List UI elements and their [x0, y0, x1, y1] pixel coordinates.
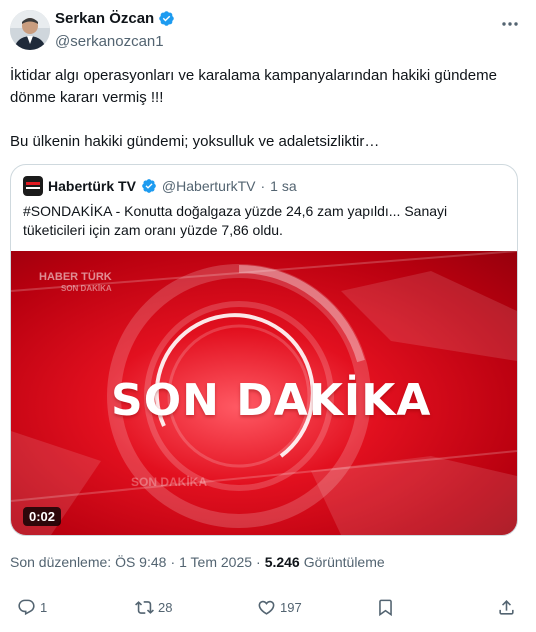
video-headline: SON DAKİKA [111, 375, 432, 426]
video-duration-badge: 0:02 [23, 507, 62, 526]
reply-count: 1 [40, 599, 48, 615]
author-handle[interactable]: @serkanozcan1 [55, 33, 164, 50]
video-watermark: HABER TÜRK SON DAKİKA [39, 271, 112, 295]
avatar[interactable] [10, 10, 50, 50]
quote-header: Habertürk TV @HaberturkTV · 1 sa [23, 176, 297, 196]
tweet: Serkan Özcan @serkanozcan1 İktidar algı … [0, 0, 536, 632]
views-count: 5.246 [264, 554, 300, 570]
bookmark-button[interactable] [376, 592, 395, 622]
heart-icon [258, 600, 275, 615]
author-name[interactable]: Serkan Özcan [55, 10, 154, 27]
share-icon [499, 599, 514, 615]
action-bar: 1 28 197 [0, 592, 536, 622]
tweet-meta: Son düzenleme: ÖS 9:48 · 1 Tem 2025 · 5.… [10, 554, 385, 570]
share-button[interactable] [497, 592, 516, 622]
bookmark-icon [379, 599, 392, 616]
quoted-tweet[interactable]: Habertürk TV @HaberturkTV · 1 sa #SONDAK… [10, 164, 518, 536]
reply-icon [18, 599, 35, 615]
post-date[interactable]: 1 Tem 2025 [179, 554, 252, 570]
quote-text: #SONDAKİKA - Konutta doğalgaza yüzde 24,… [23, 203, 448, 238]
quote-timestamp[interactable]: 1 sa [270, 178, 296, 194]
retweet-icon [135, 600, 154, 614]
tweet-text: İktidar algı operasyonları ve karalama k… [10, 67, 497, 150]
meta-separator: · [170, 554, 176, 570]
like-count: 197 [280, 599, 302, 615]
like-button[interactable]: 197 [257, 592, 302, 622]
edited-label[interactable]: Son düzenleme: ÖS 9:48 [10, 554, 166, 570]
meta-separator: · [256, 554, 261, 570]
author-name-row: Serkan Özcan [55, 10, 175, 27]
haberturk-logo-icon [23, 176, 43, 196]
verified-badge-icon [142, 179, 156, 193]
quote-author-handle[interactable]: @HaberturkTV [162, 178, 256, 194]
watermark-sub: SON DAKİKA [61, 284, 112, 293]
verified-badge-icon [159, 11, 174, 26]
views-label: Görüntüleme [303, 554, 385, 570]
quote-author-name[interactable]: Habertürk TV [48, 178, 136, 194]
reply-button[interactable]: 1 [17, 592, 47, 622]
quote-separator: · [260, 178, 266, 194]
video-faint-label: SON DAKİKA [131, 475, 208, 489]
watermark-top: HABER TÜRK [39, 271, 112, 283]
retweet-button[interactable]: 28 [135, 592, 172, 622]
quote-video[interactable]: HABER TÜRK SON DAKİKA SON DAKİKA SON DAK… [11, 251, 517, 535]
more-options-icon[interactable] [500, 14, 520, 34]
retweet-count: 28 [158, 599, 173, 615]
